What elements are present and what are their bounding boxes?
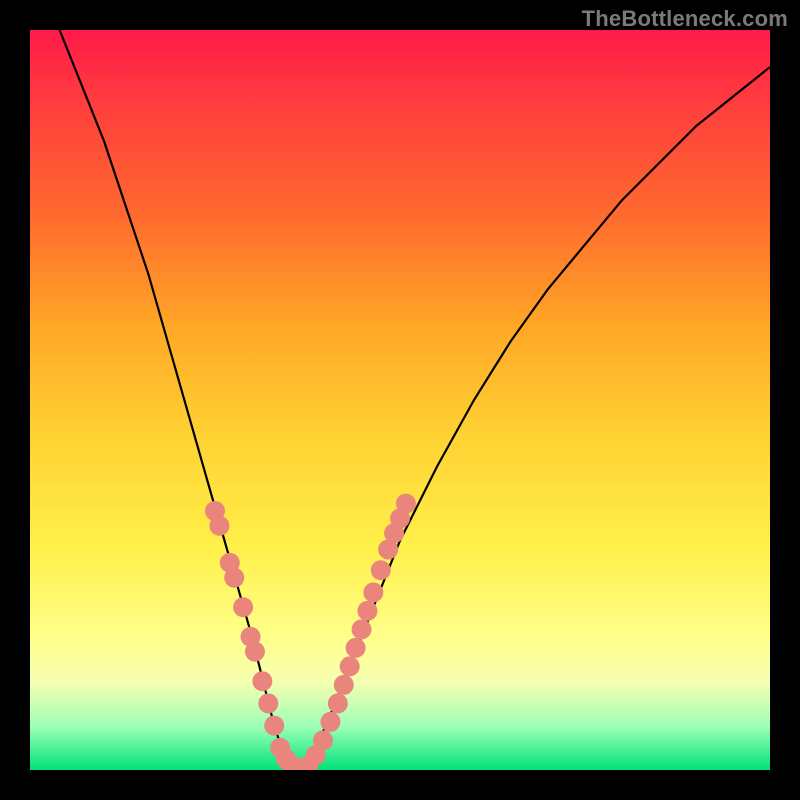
marker-dot bbox=[209, 516, 229, 536]
marker-dot bbox=[252, 671, 272, 691]
marker-dots bbox=[205, 494, 416, 770]
marker-dot bbox=[334, 675, 354, 695]
bottleneck-curve bbox=[60, 30, 770, 770]
marker-dot bbox=[396, 494, 416, 514]
marker-dot bbox=[233, 597, 253, 617]
marker-dot bbox=[245, 642, 265, 662]
marker-dot bbox=[258, 693, 278, 713]
plot-area bbox=[30, 30, 770, 770]
marker-dot bbox=[320, 712, 340, 732]
chart-svg bbox=[30, 30, 770, 770]
marker-dot bbox=[313, 730, 333, 750]
marker-dot bbox=[371, 560, 391, 580]
marker-dot bbox=[357, 601, 377, 621]
marker-dot bbox=[346, 638, 366, 658]
marker-dot bbox=[328, 693, 348, 713]
watermark-text: TheBottleneck.com bbox=[582, 6, 788, 32]
marker-dot bbox=[224, 568, 244, 588]
marker-dot bbox=[340, 656, 360, 676]
marker-dot bbox=[352, 619, 372, 639]
marker-dot bbox=[363, 582, 383, 602]
chart-frame: TheBottleneck.com bbox=[0, 0, 800, 800]
marker-dot bbox=[264, 716, 284, 736]
